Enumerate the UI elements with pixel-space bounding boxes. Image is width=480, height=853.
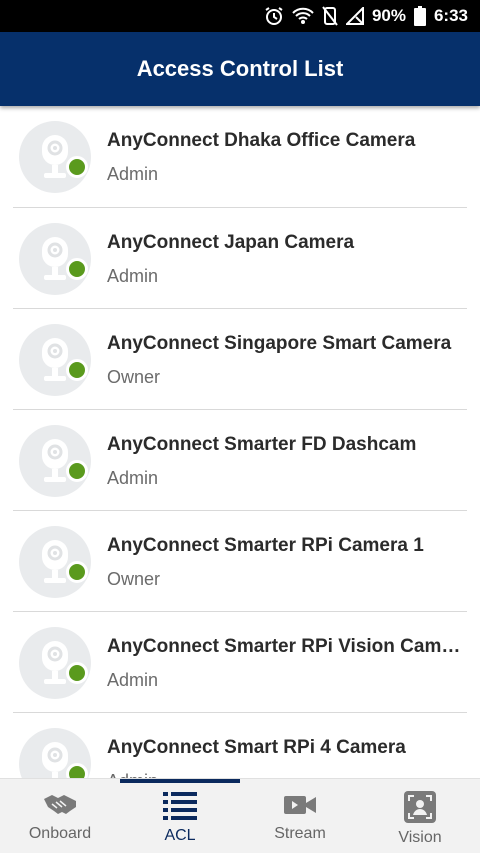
camera-icon (42, 237, 68, 280)
device-role: Owner (107, 367, 161, 387)
device-name: AnyConnect Dhaka Office Camera (107, 130, 416, 151)
online-status-dot (66, 561, 88, 583)
online-status-dot (66, 662, 88, 684)
device-name: AnyConnect Smarter FD Dashcam (107, 434, 417, 455)
signal-icon (345, 7, 364, 25)
face-scan-icon (404, 791, 436, 823)
camera-icon (42, 135, 68, 178)
handshake-icon (44, 795, 76, 814)
online-status-dot (66, 156, 88, 178)
device-role: Admin (107, 771, 158, 778)
camera-icon (42, 742, 68, 778)
device-role: Admin (107, 468, 159, 488)
list-item[interactable]: AnyConnect Dhaka Office Camera Admin (13, 106, 467, 208)
device-role: Admin (107, 164, 159, 184)
list-item[interactable]: AnyConnect Smarter FD Dashcam Admin (13, 410, 467, 511)
device-name: AnyConnect Smarter RPi Camera 1 (107, 535, 424, 556)
tab-label: Onboard (28, 825, 92, 842)
tab-label: Stream (274, 825, 326, 842)
bottom-navigation: Onboard ACL Stream Vision (0, 778, 480, 853)
vibrate-off-icon (322, 6, 338, 26)
battery-percent: 90% (371, 6, 406, 25)
device-name: AnyConnect Smarter RPi Vision Camera (107, 636, 467, 657)
device-role: Admin (107, 670, 159, 690)
camera-icon (42, 641, 68, 684)
online-status-dot (66, 359, 88, 381)
device-name: AnyConnect Singapore Smart Camera (107, 333, 452, 354)
tab-label: Vision (398, 829, 442, 846)
tab-vision[interactable]: Vision (360, 779, 480, 853)
video-camera-icon (284, 796, 316, 814)
battery-icon (413, 6, 426, 26)
online-status-dot (66, 763, 88, 778)
device-name: AnyConnect Smart RPi 4 Camera (107, 737, 406, 758)
list-item[interactable]: AnyConnect Singapore Smart Camera Owner (13, 309, 467, 410)
online-status-dot (66, 460, 88, 482)
camera-icon (42, 338, 68, 381)
tab-acl[interactable]: ACL (120, 779, 240, 853)
device-list[interactable]: AnyConnect Dhaka Office Camera Admin Any… (0, 106, 480, 778)
device-role: Admin (107, 266, 159, 286)
status-bar: 90% 6:33 (0, 0, 480, 32)
device-role: Owner (107, 569, 161, 589)
device-name: AnyConnect Japan Camera (107, 232, 355, 253)
clock: 6:33 (433, 6, 468, 25)
list-item[interactable]: AnyConnect Smarter RPi Vision Camera Adm… (13, 612, 467, 713)
tab-stream[interactable]: Stream (240, 779, 360, 853)
tab-label: ACL (164, 827, 196, 844)
online-status-dot (66, 258, 88, 280)
page-title: Access Control List (136, 56, 344, 81)
list-item[interactable]: AnyConnect Japan Camera Admin (13, 208, 467, 309)
list-item[interactable]: AnyConnect Smarter RPi Camera 1 Owner (13, 511, 467, 612)
app-bar: Access Control List (0, 32, 480, 106)
wifi-icon (292, 7, 314, 25)
camera-icon (42, 439, 68, 482)
list-icon (163, 792, 197, 820)
camera-icon (42, 540, 68, 583)
list-item[interactable]: AnyConnect Smart RPi 4 Camera Admin (13, 713, 467, 778)
alarm-icon (264, 6, 284, 26)
tab-onboard[interactable]: Onboard (0, 779, 120, 853)
